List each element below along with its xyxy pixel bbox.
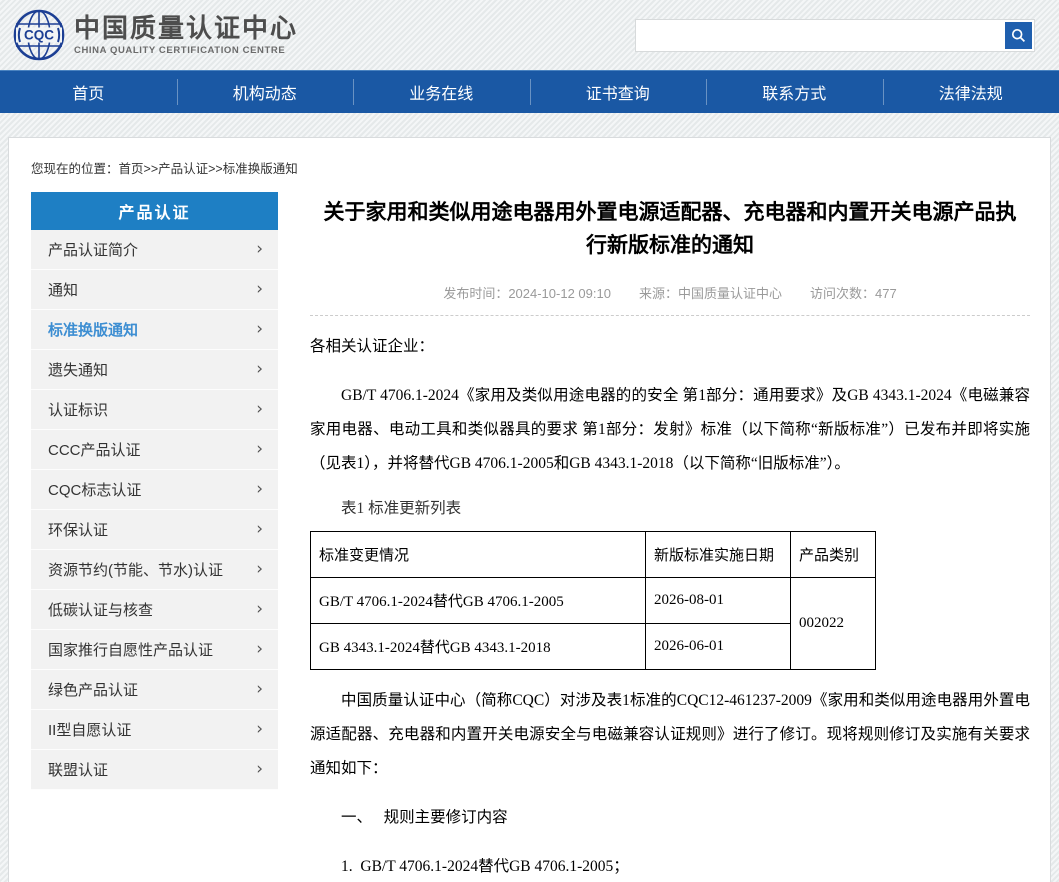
nav-item-4[interactable]: 证书查询 — [530, 71, 707, 113]
sidebar-item-label: 绿色产品认证 — [48, 679, 138, 700]
search-input[interactable] — [638, 22, 1005, 49]
page-title: 关于家用和类似用途电器用外置电源适配器、充电器和内置开关电源产品执行新版标准的通… — [310, 197, 1030, 262]
search-button[interactable] — [1005, 22, 1032, 49]
chevron-right-icon: › — [256, 321, 263, 338]
nav-item-6[interactable]: 法律法规 — [883, 71, 1059, 113]
breadcrumb-path[interactable]: 首页>>产品认证>>标准换版通知 — [119, 162, 298, 176]
cell-standard-change: GB 4343.1-2024替代GB 4343.1-2018 — [311, 624, 646, 670]
sidebar-item-7[interactable]: CQC标志认证 › — [31, 470, 278, 510]
sidebar-item-label: 低碳认证与核查 — [48, 599, 153, 620]
sidebar-item-8[interactable]: 环保认证 › — [31, 510, 278, 550]
chevron-right-icon: › — [256, 521, 263, 538]
search-icon — [1011, 28, 1026, 43]
breadcrumb: 您现在的位置：首页>>产品认证>>标准换版通知 — [31, 158, 1030, 177]
sidebar-item-4[interactable]: 遗失通知 › — [31, 350, 278, 390]
sidebar: 产品认证 产品认证简介 › 通知 › 标准换版通知 › 遗失通知 › 认证标识 › CCC产品认证 ›… — [31, 192, 278, 790]
paragraph: 中国质量认证中心（简称CQC）对涉及表1标准的CQC12-461237-2009… — [310, 684, 1030, 786]
sidebar-item-3[interactable]: 标准换版通知 › — [31, 310, 278, 350]
content-panel: 您现在的位置：首页>>产品认证>>标准换版通知 产品认证 产品认证简介›通知›标… — [8, 137, 1051, 882]
sidebar-item-9[interactable]: 资源节约(节能、节水)认证 › — [31, 550, 278, 590]
visit-count: 访问次数：477 — [810, 286, 897, 301]
svg-text:CQC: CQC — [24, 28, 54, 43]
chevron-right-icon: › — [256, 761, 263, 778]
site-header: CQC 中国质量认证中心 CHINA QUALITY CERTIFICATION… — [0, 0, 1059, 70]
sidebar-item-label: 标准换版通知 — [48, 319, 138, 340]
paragraph: 1. GB/T 4706.1-2024替代GB 4706.1-2005； — [310, 850, 1030, 882]
chevron-right-icon: › — [256, 721, 263, 738]
sidebar-item-13[interactable]: II型自愿认证 › — [31, 710, 278, 750]
sidebar-item-1[interactable]: 产品认证简介 › — [31, 230, 278, 270]
table-row: GB/T 4706.1-2024替代GB 4706.1-20052026-08-… — [311, 578, 876, 624]
main-nav: 首页机构动态业务在线证书查询联系方式法律法规 — [0, 70, 1059, 113]
sidebar-item-12[interactable]: 绿色产品认证 › — [31, 670, 278, 710]
paragraph: 各相关认证企业： — [310, 330, 1030, 364]
sidebar-item-label: 遗失通知 — [48, 359, 108, 380]
sidebar-header: 产品认证 — [31, 192, 278, 230]
article-body-after-table: 中国质量认证中心（简称CQC）对涉及表1标准的CQC12-461237-2009… — [310, 684, 1030, 882]
nav-item-2[interactable]: 机构动态 — [177, 71, 354, 113]
logo-title-en: CHINA QUALITY CERTIFICATION CENTRE — [74, 45, 298, 56]
table-header-row: 标准变更情况新版标准实施日期产品类别 — [311, 532, 876, 578]
sidebar-item-14[interactable]: 联盟认证 › — [31, 750, 278, 790]
standards-table: 标准变更情况新版标准实施日期产品类别GB/T 4706.1-2024替代GB 4… — [310, 531, 876, 670]
sidebar-list: 产品认证简介›通知›标准换版通知›遗失通知›认证标识›CCC产品认证›CQC标志… — [31, 230, 278, 790]
paragraph: 一、 规则主要修订内容 — [310, 801, 1030, 835]
sidebar-item-label: CQC标志认证 — [48, 479, 141, 500]
article-source: 来源：中国质量认证中心 — [639, 286, 782, 301]
breadcrumb-label: 您现在的位置： — [31, 162, 119, 176]
chevron-right-icon: › — [256, 481, 263, 498]
article-body-before-table: 各相关认证企业： GB/T 4706.1-2024《家用及类似用途电器的的安全 第… — [310, 330, 1030, 481]
chevron-right-icon: › — [256, 601, 263, 618]
sidebar-item-11[interactable]: 国家推行自愿性产品认证 › — [31, 630, 278, 670]
sidebar-item-label: 通知 — [48, 279, 78, 300]
sidebar-item-label: 资源节约(节能、节水)认证 — [48, 559, 223, 580]
chevron-right-icon: › — [256, 281, 263, 298]
nav-item-5[interactable]: 联系方式 — [706, 71, 883, 113]
cell-product-category: 002022 — [791, 578, 876, 670]
paragraph: GB/T 4706.1-2024《家用及类似用途电器的的安全 第1部分：通用要求… — [310, 379, 1030, 481]
logo-text: 中国质量认证中心 CHINA QUALITY CERTIFICATION CEN… — [74, 14, 298, 56]
sidebar-item-6[interactable]: CCC产品认证 › — [31, 430, 278, 470]
sidebar-item-label: 认证标识 — [48, 399, 108, 420]
publish-time: 发布时间：2024-10-12 09:10 — [443, 286, 611, 301]
page: CQC 中国质量认证中心 CHINA QUALITY CERTIFICATION… — [0, 0, 1059, 882]
sidebar-item-label: 联盟认证 — [48, 759, 108, 780]
nav-item-3[interactable]: 业务在线 — [353, 71, 530, 113]
cell-implementation-date: 2026-06-01 — [646, 624, 791, 670]
sidebar-item-2[interactable]: 通知 › — [31, 270, 278, 310]
article: 关于家用和类似用途电器用外置电源适配器、充电器和内置开关电源产品执行新版标准的通… — [310, 192, 1030, 882]
table-header-cell: 产品类别 — [791, 532, 876, 578]
nav-item-1[interactable]: 首页 — [0, 71, 177, 113]
sidebar-item-label: CCC产品认证 — [48, 439, 141, 460]
sidebar-item-label: 产品认证简介 — [48, 239, 138, 260]
sidebar-item-label: II型自愿认证 — [48, 719, 131, 740]
chevron-right-icon: › — [256, 241, 263, 258]
cell-standard-change: GB/T 4706.1-2024替代GB 4706.1-2005 — [311, 578, 646, 624]
chevron-right-icon: › — [256, 441, 263, 458]
sidebar-item-label: 环保认证 — [48, 519, 108, 540]
sidebar-item-label: 国家推行自愿性产品认证 — [48, 639, 213, 660]
cell-implementation-date: 2026-08-01 — [646, 578, 791, 624]
cqc-globe-icon: CQC — [12, 8, 66, 62]
cqc-logo[interactable]: CQC 中国质量认证中心 CHINA QUALITY CERTIFICATION… — [12, 8, 298, 62]
search-box — [635, 19, 1035, 52]
sidebar-item-5[interactable]: 认证标识 › — [31, 390, 278, 430]
table-header-cell: 新版标准实施日期 — [646, 532, 791, 578]
chevron-right-icon: › — [256, 401, 263, 418]
chevron-right-icon: › — [256, 561, 263, 578]
sidebar-item-10[interactable]: 低碳认证与核查 › — [31, 590, 278, 630]
logo-title-cn: 中国质量认证中心 — [74, 14, 298, 43]
chevron-right-icon: › — [256, 681, 263, 698]
table-caption: 表1 标准更新列表 — [310, 496, 1030, 518]
chevron-right-icon: › — [256, 361, 263, 378]
article-meta: 发布时间：2024-10-12 09:10 来源：中国质量认证中心 访问次数：477 — [310, 283, 1030, 316]
chevron-right-icon: › — [256, 641, 263, 658]
table-header-cell: 标准变更情况 — [311, 532, 646, 578]
